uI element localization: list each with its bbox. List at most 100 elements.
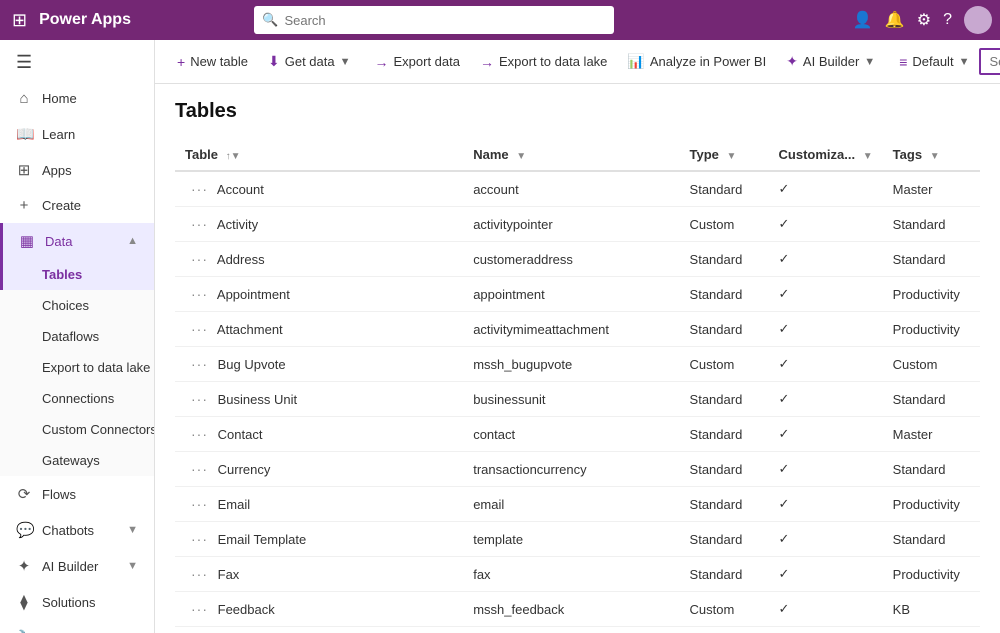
cell-table-name: ··· Activity bbox=[175, 207, 463, 242]
row-menu-button[interactable]: ··· bbox=[185, 179, 214, 199]
cell-type: Standard bbox=[680, 277, 769, 312]
table-row: ··· AttachmentactivitymimeattachmentStan… bbox=[175, 312, 980, 347]
sidebar-item-custom-connectors[interactable]: Custom Connectors bbox=[0, 414, 154, 445]
content-area: Tables Table ↑▼ Name ▼ Type bbox=[155, 84, 1000, 633]
col-header-customizable[interactable]: Customiza... ▼ bbox=[769, 139, 883, 171]
col-header-tags[interactable]: Tags ▼ bbox=[883, 139, 980, 171]
ai-builder-toolbar-button[interactable]: ✦ AI Builder ▼ bbox=[776, 48, 885, 75]
cell-tags: Productivity bbox=[883, 277, 980, 312]
sidebar-item-learn[interactable]: 📖 Learn bbox=[0, 116, 154, 152]
new-table-button[interactable]: + New table bbox=[167, 49, 258, 75]
cell-table-name: ··· Email Template bbox=[175, 522, 463, 557]
sort-name-icon: ▼ bbox=[516, 151, 526, 162]
connections-label: Connections bbox=[42, 391, 114, 406]
cell-customizable: ✓ bbox=[769, 242, 883, 277]
search-input[interactable] bbox=[284, 13, 606, 28]
table-row: ··· CurrencytransactioncurrencyStandard✓… bbox=[175, 452, 980, 487]
col-header-name[interactable]: Name ▼ bbox=[463, 139, 679, 171]
export-lake-label: Export to data lake bbox=[499, 54, 607, 69]
cell-name: mssh_bugupvote bbox=[463, 347, 679, 382]
sidebar-item-gateways[interactable]: Gateways bbox=[0, 445, 154, 476]
cell-type: Standard bbox=[680, 242, 769, 277]
main-content: + New table ⬇ Get data ▼ → Export data →… bbox=[155, 40, 1000, 633]
row-menu-button[interactable]: ··· bbox=[185, 459, 214, 479]
devtools-icon: 🔧 bbox=[16, 629, 32, 633]
sidebar-item-apps[interactable]: ⊞ Apps bbox=[0, 152, 154, 188]
settings-icon[interactable]: ⚙ bbox=[917, 10, 931, 30]
custom-connectors-label: Custom Connectors bbox=[42, 422, 155, 437]
sidebar-item-flows[interactable]: ⟳ Flows bbox=[0, 476, 154, 512]
solutions-icon: ⧫ bbox=[16, 593, 32, 611]
sidebar-label-home: Home bbox=[42, 91, 77, 106]
cell-table-name: ··· Fax bbox=[175, 557, 463, 592]
cell-table-name: ··· Contact bbox=[175, 417, 463, 452]
ai-toolbar-label: AI Builder bbox=[803, 54, 859, 69]
cell-tags: Productivity bbox=[883, 487, 980, 522]
export-data-button[interactable]: → Export data bbox=[365, 49, 471, 75]
cell-name: appointment bbox=[463, 277, 679, 312]
sidebar-item-chatbots[interactable]: 💬 Chatbots ▼ bbox=[0, 512, 154, 548]
grid-icon[interactable]: ⊞ bbox=[8, 6, 31, 35]
export-data-lake-button[interactable]: → Export to data lake bbox=[470, 49, 617, 75]
sidebar: ☰ ⌂ Home 📖 Learn ⊞ Apps + Create ▦ Data … bbox=[0, 40, 155, 633]
row-menu-button[interactable]: ··· bbox=[185, 389, 214, 409]
table-row: ··· Business UnitbusinessunitStandard✓St… bbox=[175, 382, 980, 417]
default-button[interactable]: ≡ Default ▼ bbox=[889, 49, 979, 75]
col-header-type[interactable]: Type ▼ bbox=[680, 139, 769, 171]
sidebar-item-dataflows[interactable]: Dataflows bbox=[0, 321, 154, 352]
get-data-button[interactable]: ⬇ Get data ▼ bbox=[258, 48, 361, 75]
sidebar-item-data[interactable]: ▦ Data ▲ bbox=[0, 223, 154, 259]
avatar[interactable] bbox=[964, 6, 992, 34]
sidebar-toggle[interactable]: ☰ bbox=[0, 44, 154, 81]
row-menu-button[interactable]: ··· bbox=[185, 214, 214, 234]
table-header-row: Table ↑▼ Name ▼ Type ▼ Customiza... bbox=[175, 139, 980, 171]
sidebar-item-export-data-lake[interactable]: Export to data lake bbox=[0, 352, 154, 383]
table-row: ··· AccountaccountStandard✓Master bbox=[175, 171, 980, 207]
export-lake-icon: → bbox=[480, 54, 494, 70]
row-menu-button[interactable]: ··· bbox=[185, 494, 214, 514]
col-header-table[interactable]: Table ↑▼ bbox=[175, 139, 463, 171]
cell-name: fax bbox=[463, 557, 679, 592]
check-icon: ✓ bbox=[779, 531, 790, 546]
sidebar-item-create[interactable]: + Create bbox=[0, 188, 154, 223]
row-menu-button[interactable]: ··· bbox=[185, 564, 214, 584]
table-search-input[interactable] bbox=[979, 48, 1000, 75]
cell-tags: Standard bbox=[883, 382, 980, 417]
home-icon: ⌂ bbox=[16, 90, 32, 107]
cell-customizable: ✓ bbox=[769, 312, 883, 347]
sidebar-item-tables[interactable]: Tables bbox=[0, 259, 154, 290]
table-row: ··· ContactcontactStandard✓Master bbox=[175, 417, 980, 452]
ai-builder-icon: ✦ bbox=[16, 557, 32, 575]
cell-customizable: ✓ bbox=[769, 347, 883, 382]
cell-table-name: ··· Feedback bbox=[175, 627, 463, 633]
check-icon: ✓ bbox=[779, 251, 790, 266]
sidebar-item-devtools[interactable]: 🔧 DevTools ▼ bbox=[0, 620, 154, 633]
sidebar-item-solutions[interactable]: ⧫ Solutions bbox=[0, 584, 154, 620]
sidebar-item-home[interactable]: ⌂ Home bbox=[0, 81, 154, 116]
help-icon[interactable]: ? bbox=[943, 11, 952, 29]
sidebar-item-connections[interactable]: Connections bbox=[0, 383, 154, 414]
dataflows-label: Dataflows bbox=[42, 329, 99, 344]
analyze-power-bi-button[interactable]: 📊 Analyze in Power BI bbox=[617, 48, 776, 75]
notification-icon[interactable]: 🔔 bbox=[885, 10, 905, 30]
row-menu-button[interactable]: ··· bbox=[185, 424, 214, 444]
row-menu-button[interactable]: ··· bbox=[185, 319, 214, 339]
cell-tags: Custom bbox=[883, 347, 980, 382]
sidebar-item-ai-builder[interactable]: ✦ AI Builder ▼ bbox=[0, 548, 154, 584]
row-menu-button[interactable]: ··· bbox=[185, 529, 214, 549]
row-menu-button[interactable]: ··· bbox=[185, 354, 214, 374]
ai-dropdown-icon: ▼ bbox=[864, 56, 875, 68]
check-icon: ✓ bbox=[779, 426, 790, 441]
sidebar-item-choices[interactable]: Choices bbox=[0, 290, 154, 321]
cell-type: Custom bbox=[680, 207, 769, 242]
cell-tags: Productivity bbox=[883, 312, 980, 347]
environment-icon[interactable]: 👤 bbox=[853, 10, 873, 30]
check-icon: ✓ bbox=[779, 496, 790, 511]
cell-name: template bbox=[463, 522, 679, 557]
cell-type: Standard bbox=[680, 382, 769, 417]
table-row: ··· Feedbackmssh_feedbackCustom✓KB bbox=[175, 592, 980, 627]
row-menu-button[interactable]: ··· bbox=[185, 284, 214, 304]
get-data-dropdown-icon: ▼ bbox=[340, 56, 351, 68]
row-menu-button[interactable]: ··· bbox=[185, 599, 214, 619]
row-menu-button[interactable]: ··· bbox=[185, 249, 214, 269]
